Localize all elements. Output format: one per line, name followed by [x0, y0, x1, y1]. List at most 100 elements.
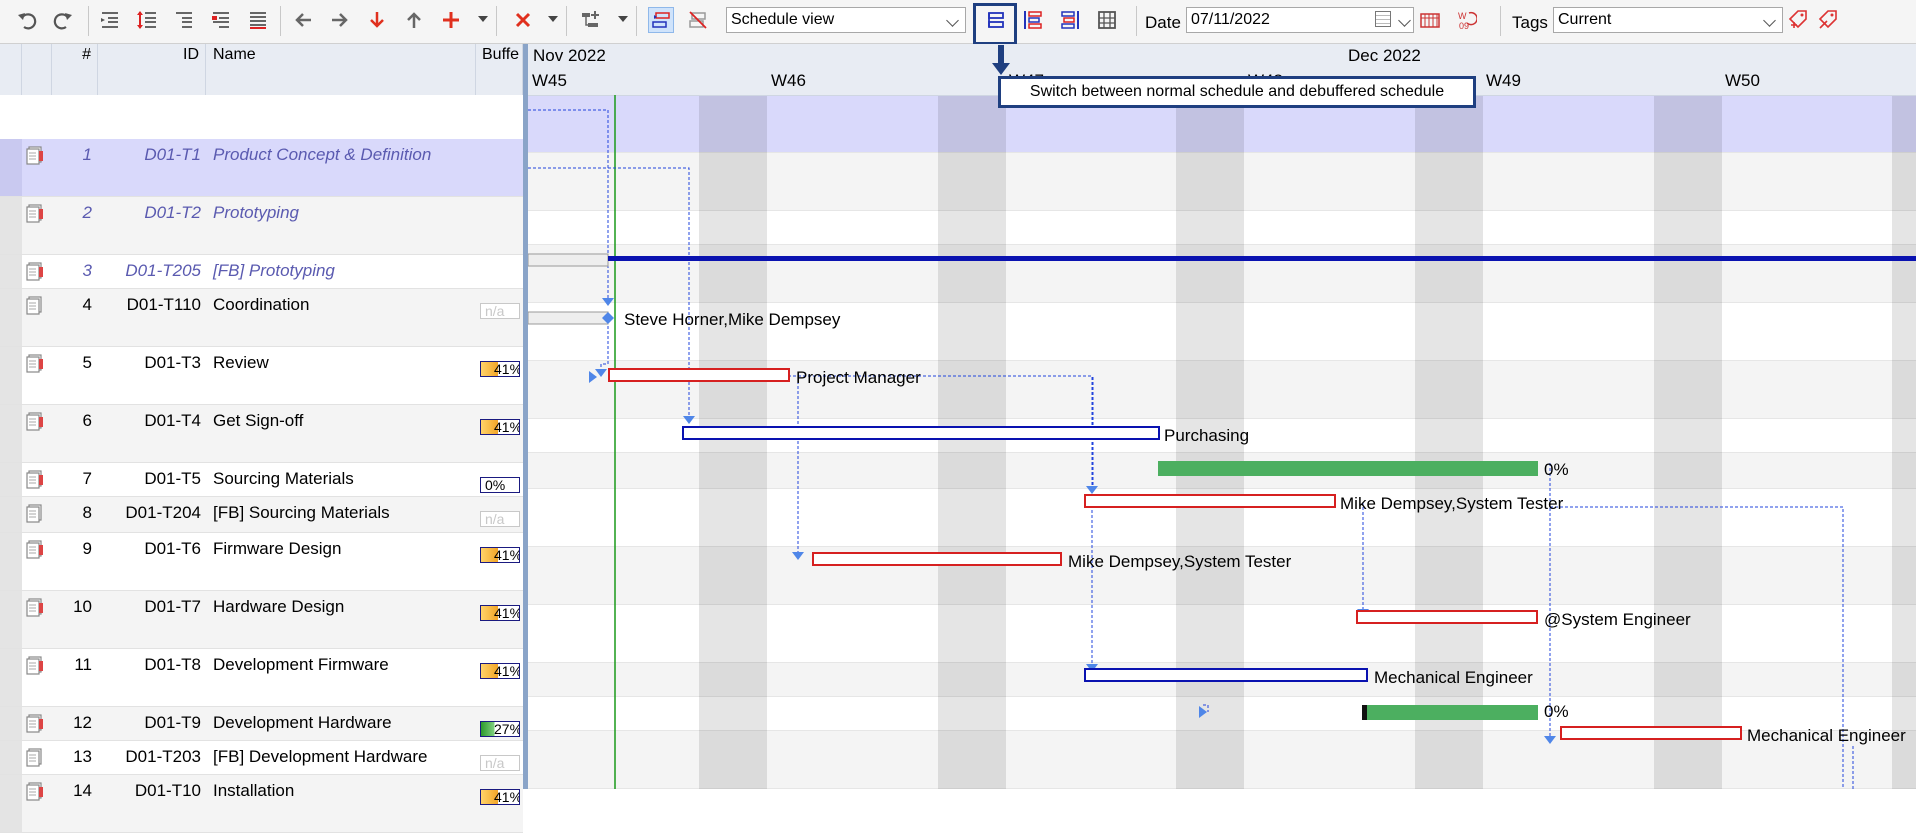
task-bar-coordination[interactable] [608, 256, 1916, 261]
task-notes-icon[interactable] [25, 145, 45, 165]
debuffer-off-icon[interactable] [685, 7, 711, 33]
task-bar-critical[interactable] [1560, 726, 1742, 740]
row-indicator[interactable] [0, 591, 22, 648]
table-row[interactable]: 11 D01-T8 Development Firmware 41% [0, 649, 523, 707]
row-indicator[interactable] [0, 197, 22, 254]
grid-header-buffer[interactable]: Buffe [476, 44, 523, 95]
task-notes-icon[interactable] [25, 203, 45, 223]
grid-header-icon [22, 44, 52, 95]
row-indicator[interactable] [0, 775, 22, 832]
table-row[interactable]: 9 D01-T6 Firmware Design 41% [0, 533, 523, 591]
grid-header-num[interactable]: # [52, 44, 98, 95]
remove-tag-icon[interactable] [1815, 7, 1841, 33]
add-tag-icon[interactable] [1785, 7, 1811, 33]
table-row[interactable]: 1 D01-T1 Product Concept & Definition [0, 139, 523, 197]
task-bar-critical[interactable] [608, 368, 790, 382]
task-id: D01-T205 [125, 261, 201, 280]
task-bar-review[interactable] [528, 311, 609, 325]
delete-icon[interactable] [510, 7, 536, 33]
table-row[interactable]: 5 D01-T3 Review 41% [0, 347, 523, 405]
arrow-up-icon[interactable] [401, 7, 427, 33]
task-notes-icon[interactable] [25, 469, 45, 489]
view-select-value: Schedule view [731, 11, 835, 28]
task-notes-icon[interactable] [25, 295, 45, 315]
undo-icon[interactable] [14, 7, 40, 33]
schedule-swap-icon[interactable] [648, 7, 674, 33]
task-notes-icon[interactable] [25, 655, 45, 675]
align-left-icon[interactable] [1020, 7, 1046, 33]
task-notes-icon[interactable] [25, 261, 45, 281]
task-notes-icon[interactable] [25, 503, 45, 523]
table-row[interactable]: 7 D01-T5 Sourcing Materials 0% [0, 463, 523, 497]
chevron-down-icon[interactable] [1398, 14, 1411, 27]
task-notes-icon[interactable] [25, 539, 45, 559]
add-task-icon[interactable] [438, 7, 464, 33]
task-notes-icon[interactable] [25, 597, 45, 617]
grid-layout-icon[interactable] [1094, 7, 1120, 33]
row-indicator[interactable] [0, 463, 22, 496]
task-bar-coordination-baseline[interactable] [528, 253, 609, 267]
tags-select[interactable]: Current [1553, 7, 1783, 33]
row-indicator[interactable] [0, 255, 22, 288]
task-id: D01-T1 [144, 145, 201, 164]
expand-icon[interactable] [208, 7, 234, 33]
redo-icon[interactable] [50, 7, 76, 33]
row-indicator[interactable] [0, 289, 22, 346]
row-indicator[interactable] [0, 405, 22, 462]
table-row[interactable]: 3 D01-T205 [FB] Prototyping [0, 255, 523, 289]
row-indicator[interactable] [0, 497, 22, 532]
table-row[interactable]: 8 D01-T204 [FB] Sourcing Materials n/a [0, 497, 523, 533]
gantt-bars [528, 95, 1916, 789]
row-indicator[interactable] [0, 139, 22, 196]
row-number: 8 [82, 503, 92, 522]
table-row[interactable]: 14 D01-T10 Installation 41% [0, 775, 523, 833]
task-bar-normal[interactable] [1084, 668, 1368, 682]
dependency-arrowhead [589, 371, 597, 383]
task-notes-icon[interactable] [25, 713, 45, 733]
table-row[interactable]: 2 D01-T2 Prototyping [0, 197, 523, 255]
buffer-indicator: 41% [480, 419, 520, 435]
add-task-dropdown[interactable] [478, 16, 488, 22]
outdent-icon[interactable] [97, 7, 123, 33]
task-notes-icon[interactable] [25, 353, 45, 373]
buffer-bar[interactable] [1365, 705, 1538, 720]
task-bar-critical[interactable] [1084, 494, 1336, 508]
date-field[interactable]: 07/11/2022 [1186, 7, 1414, 33]
delete-dropdown[interactable] [548, 16, 558, 22]
week-number-icon[interactable]: W 09 [1453, 7, 1479, 33]
align-right-icon[interactable] [1057, 7, 1083, 33]
row-indicator[interactable] [0, 533, 22, 590]
grid-header-indicator [0, 44, 22, 95]
grid-header-id[interactable]: ID [98, 44, 206, 95]
calendar-grid-icon[interactable] [1417, 7, 1443, 33]
table-row[interactable]: 12 D01-T9 Development Hardware 27% [0, 707, 523, 741]
task-notes-icon[interactable] [25, 747, 45, 767]
callout-pointer [998, 45, 1004, 65]
indent-icon[interactable] [134, 7, 160, 33]
arrow-right-icon[interactable] [327, 7, 353, 33]
task-name: Product Concept & Definition [213, 145, 432, 164]
link-tasks-dropdown[interactable] [618, 16, 628, 22]
table-row[interactable]: 10 D01-T7 Hardware Design 41% [0, 591, 523, 649]
row-indicator[interactable] [0, 741, 22, 774]
task-notes-icon[interactable] [25, 411, 45, 431]
row-indicator[interactable] [0, 707, 22, 740]
arrow-left-icon[interactable] [290, 7, 316, 33]
table-row[interactable]: 6 D01-T4 Get Sign-off 41% [0, 405, 523, 463]
table-row[interactable]: 13 D01-T203 [FB] Development Hardware n/a [0, 741, 523, 775]
row-indicator[interactable] [0, 649, 22, 706]
task-bar-normal[interactable] [682, 426, 1160, 440]
table-row[interactable]: 4 D01-T110 Coordination n/a [0, 289, 523, 347]
link-tasks-icon[interactable] [578, 7, 604, 33]
arrow-down-icon[interactable] [364, 7, 390, 33]
task-bar-critical[interactable] [812, 552, 1062, 566]
task-notes-icon[interactable] [25, 781, 45, 801]
grid-header-name[interactable]: Name [206, 44, 476, 95]
buffer-bar[interactable] [1158, 461, 1538, 476]
task-bar-critical[interactable] [1356, 610, 1538, 624]
calendar-icon[interactable] [1375, 11, 1391, 27]
row-indicator[interactable] [0, 347, 22, 404]
collapse-icon[interactable] [171, 7, 197, 33]
view-select[interactable]: Schedule view [726, 7, 966, 33]
list-icon[interactable] [245, 7, 271, 33]
